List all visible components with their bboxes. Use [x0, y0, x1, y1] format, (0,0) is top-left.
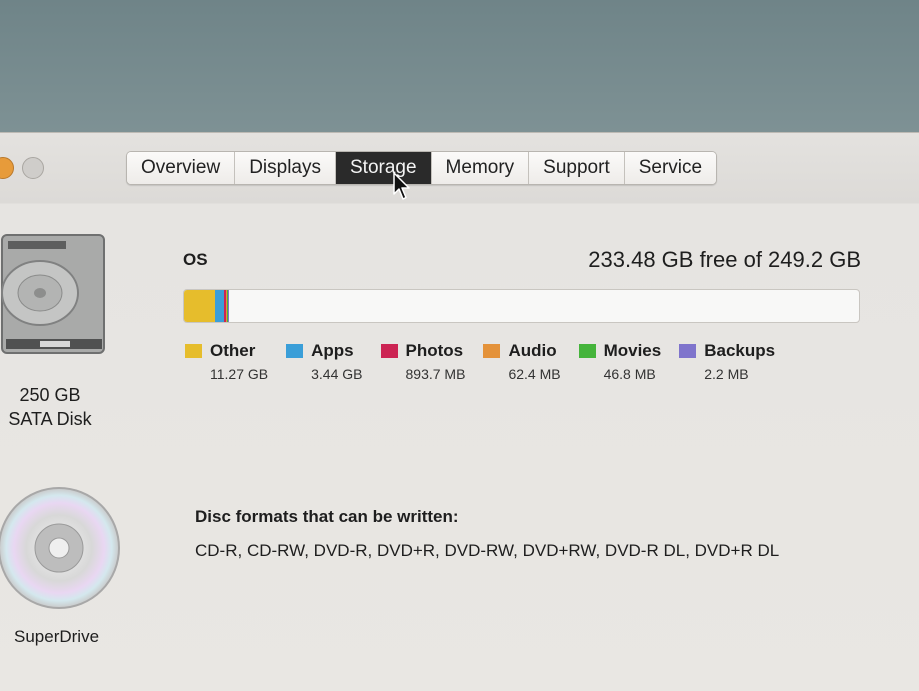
usage-segment-other — [184, 290, 215, 322]
disk-label: 250 GB SATA Disk — [0, 383, 100, 431]
tab-storage[interactable]: Storage — [336, 152, 432, 184]
legend-label: Photos — [405, 341, 464, 360]
usage-segment-backups — [228, 290, 230, 322]
legend-label: Movies — [603, 341, 662, 360]
tab-service[interactable]: Service — [624, 152, 717, 184]
legend-label: Backups — [704, 341, 776, 360]
legend-swatch — [380, 344, 398, 358]
volume-name: OS — [183, 250, 208, 269]
legend-size: 11.27 GB — [210, 366, 269, 382]
tab-displays[interactable]: Displays — [235, 152, 336, 184]
tab-support[interactable]: Support — [529, 152, 625, 184]
window-minimize-button[interactable] — [0, 157, 14, 179]
window-zoom-button[interactable] — [22, 157, 44, 179]
disk-type: SATA Disk — [8, 409, 92, 429]
usage-segment-apps — [214, 290, 224, 322]
legend-size: 2.2 MB — [704, 366, 749, 382]
disk-capacity: 250 GB — [19, 385, 81, 405]
legend-label: Audio — [508, 341, 557, 360]
disc-formats-title: Disc formats that can be written: — [195, 507, 459, 526]
legend-swatch — [286, 344, 304, 358]
legend-size: 62.4 MB — [508, 366, 561, 382]
legend-item-backups: Backups 2.2 MB — [679, 341, 775, 382]
system-information-window: Overview Displays Storage Memory Support… — [0, 132, 919, 691]
legend-item-photos: Photos 893.7 MB — [380, 341, 466, 382]
legend-size: 3.44 GB — [311, 366, 363, 382]
legend-item-other: Other 11.27 GB — [185, 341, 268, 382]
superdrive-label: SuperDrive — [14, 627, 100, 646]
tab-bar: Overview Displays Storage Memory Support… — [126, 151, 718, 185]
disc-formats-list: CD-R, CD-RW, DVD-R, DVD+R, DVD-RW, DVD+R… — [195, 541, 780, 560]
tab-overview[interactable]: Overview — [127, 152, 236, 184]
superdrive-disc-icon[interactable] — [0, 485, 122, 611]
legend-swatch — [185, 344, 202, 358]
tab-memory[interactable]: Memory — [431, 152, 530, 184]
legend-item-apps: Apps 3.44 GB — [286, 341, 363, 382]
legend-item-movies: Movies 46.8 MB — [578, 341, 662, 382]
mouse-pointer-icon — [393, 172, 410, 200]
legend-label: Apps — [311, 341, 354, 360]
legend-item-audio: Audio 62.4 MB — [483, 341, 561, 382]
legend-size: 46.8 MB — [603, 366, 656, 382]
storage-usage-bar — [183, 289, 860, 323]
legend-swatch — [483, 344, 501, 358]
legend-size: 893.7 MB — [405, 366, 466, 382]
free-space-text: 233.48 GB free of 249.2 GB — [588, 247, 861, 272]
hard-disk-icon[interactable] — [0, 231, 108, 356]
storage-legend: Other 11.27 GB Apps 3.44 GB Photos 893.7… — [185, 341, 793, 382]
legend-label: Other — [210, 341, 256, 360]
legend-swatch — [679, 344, 697, 358]
legend-swatch — [578, 344, 596, 358]
